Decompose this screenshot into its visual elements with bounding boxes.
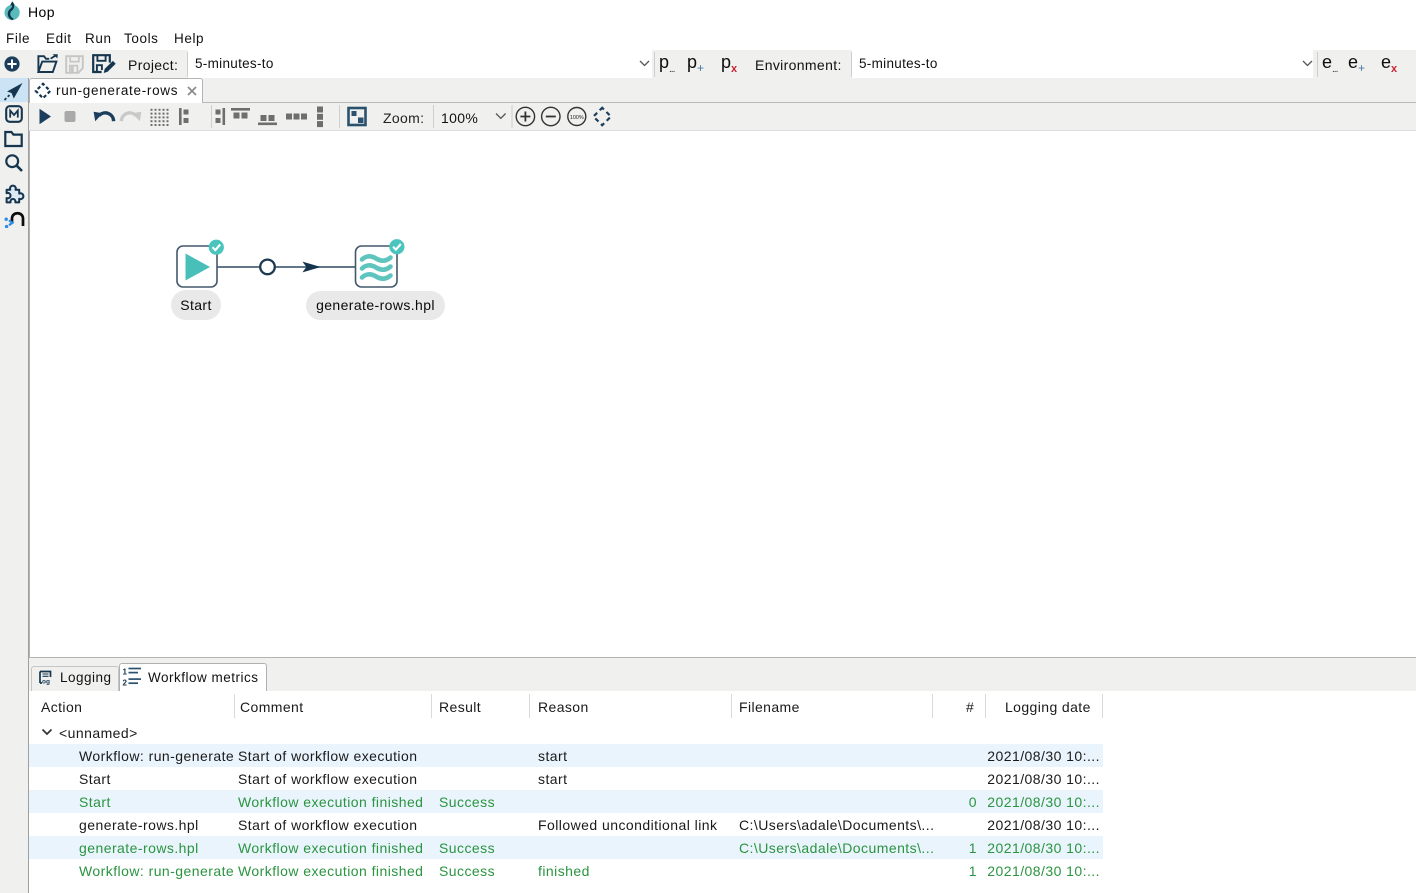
svg-text:2: 2 [123, 679, 128, 688]
svg-text:100%: 100% [570, 115, 584, 121]
svg-text:og: og [42, 678, 50, 685]
svg-text:1: 1 [123, 668, 128, 677]
